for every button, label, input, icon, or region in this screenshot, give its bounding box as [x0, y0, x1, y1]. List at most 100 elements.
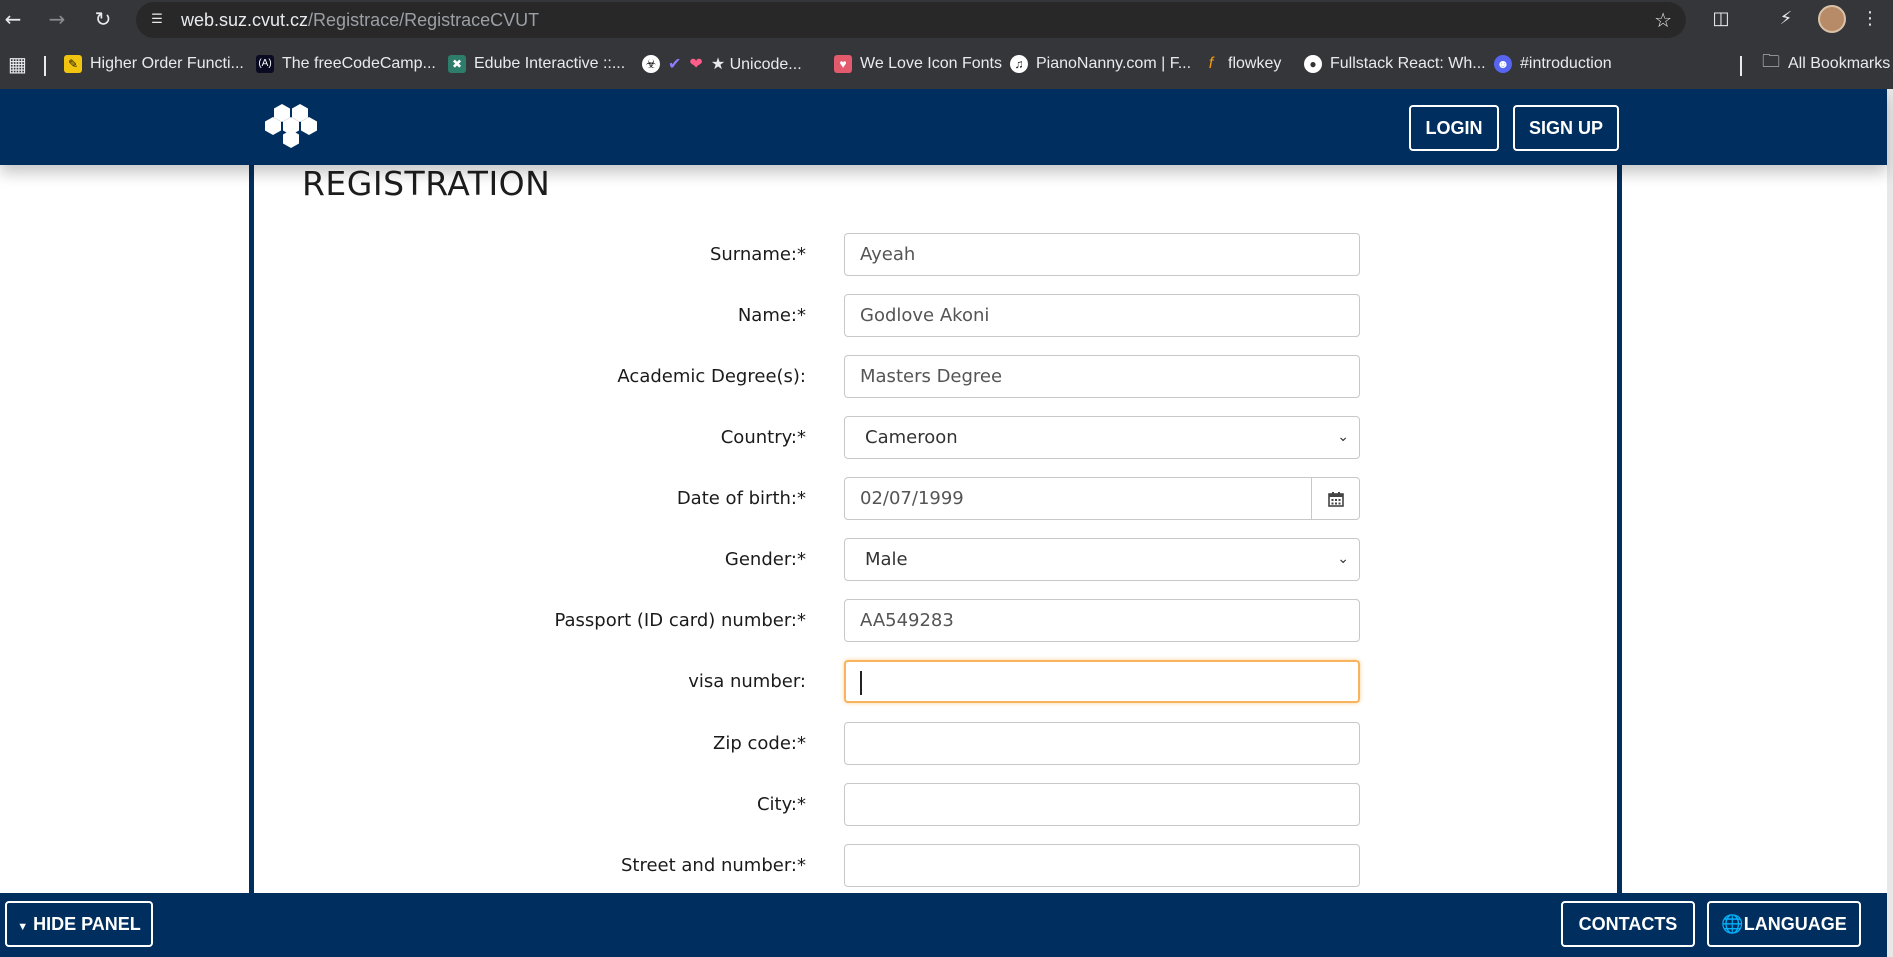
form-row-zip: Zip code:* [250, 722, 1370, 766]
dob-label: Date of birth:* [676, 488, 806, 509]
check-icon: ✔ [668, 56, 682, 73]
bookmark-label: flowkey [1228, 55, 1282, 72]
edube-icon: ✖ [448, 55, 466, 73]
language-button[interactable]: 🌐LANGUAGE [1707, 901, 1861, 947]
dob-field[interactable]: 02/07/1999 [844, 477, 1360, 520]
degree-field[interactable]: Masters Degree [844, 355, 1360, 398]
bookmark-item[interactable]: f flowkey [1202, 54, 1282, 74]
signup-button[interactable]: SIGN UP [1513, 105, 1619, 151]
bookmark-label: The freeCodeCamp... [282, 55, 436, 72]
city-label: City:* [756, 794, 806, 815]
folder-icon: 🗀 [1762, 51, 1780, 71]
visa-label: visa number: [688, 671, 806, 692]
caret-down-icon: ▼ [17, 921, 29, 933]
page-title: REGISTRATION [302, 164, 551, 203]
chevron-down-icon: ⌄ [1337, 429, 1349, 445]
forward-button[interactable]: → [44, 6, 70, 32]
hexagon-logo-icon[interactable] [262, 103, 326, 149]
form-row-name: Name:* Godlove Akoni [250, 294, 1370, 338]
bookmark-item[interactable]: ♫ PianoNanny.com | F... [1010, 54, 1191, 74]
bookmark-star-icon[interactable]: ☆ [1654, 8, 1672, 32]
bookmark-label: ★ Unicode... [710, 56, 802, 73]
profile-avatar[interactable] [1818, 5, 1846, 33]
bookmark-item[interactable]: ☣ ✔ ❤ ★ Unicode... [642, 54, 802, 74]
unicode-icon: ☣ [642, 55, 660, 73]
extensions-icon[interactable]: ◫ [1709, 7, 1733, 31]
hide-panel-button[interactable]: ▼ HIDE PANEL [5, 901, 153, 947]
form-row-surname: Surname:* Ayeah [250, 233, 1370, 277]
web-page: LOGIN SIGN UP REGISTRATION Surname:* Aye… [0, 89, 1893, 957]
globe-icon: ● [1304, 55, 1322, 73]
gender-select[interactable]: Male ⌄ [844, 538, 1360, 581]
login-button[interactable]: LOGIN [1409, 105, 1499, 151]
language-label: LANGUAGE [1743, 914, 1847, 934]
form-row-country: Country:* Cameroon ⌄ [250, 416, 1370, 460]
passport-field[interactable]: AA549283 [844, 599, 1360, 642]
country-select[interactable]: Cameroon ⌄ [844, 416, 1360, 459]
surname-field[interactable]: Ayeah [844, 233, 1360, 276]
calendar-icon [1327, 491, 1344, 507]
surname-label: Surname:* [709, 244, 806, 265]
city-field[interactable] [844, 783, 1360, 826]
name-label: Name:* [737, 305, 806, 326]
form-row-gender: Gender:* Male ⌄ [250, 538, 1370, 582]
bookmark-item[interactable]: ☻ #introduction [1494, 54, 1612, 74]
form-row-passport: Passport (ID card) number:* AA549283 [250, 599, 1370, 643]
hide-panel-label: HIDE PANEL [33, 914, 141, 934]
all-bookmarks-folder[interactable]: 🗀 All Bookmarks [1762, 51, 1891, 74]
degree-label: Academic Degree(s): [617, 366, 806, 387]
bookmark-item[interactable]: (A) The freeCodeCamp... [256, 54, 436, 74]
bookmarks-divider [44, 56, 46, 76]
form-row-degree: Academic Degree(s): Masters Degree [250, 355, 1370, 399]
bookmark-label: PianoNanny.com | F... [1036, 55, 1192, 72]
page-scrollbar[interactable] [1887, 89, 1893, 957]
gender-label: Gender:* [724, 549, 806, 570]
bookmark-label: #introduction [1520, 55, 1612, 72]
zip-field[interactable] [844, 722, 1360, 765]
dob-value: 02/07/1999 [860, 488, 964, 509]
bookmark-label: Edube Interactive ::... [474, 55, 626, 72]
bookmark-item[interactable]: ● Fullstack React: Wh... [1304, 54, 1486, 74]
site-info-icon[interactable]: ☰ [148, 11, 166, 29]
pencil-icon: ✎ [64, 55, 82, 73]
country-label: Country:* [720, 427, 806, 448]
zip-label: Zip code:* [713, 733, 806, 754]
heart-icon: ❤ [689, 56, 703, 73]
form-row-street: Street and number:* [250, 844, 1370, 888]
heart-icon: ♥ [834, 55, 852, 73]
discord-icon: ☻ [1494, 55, 1512, 73]
gender-value: Male [865, 549, 908, 570]
street-label: Street and number:* [620, 855, 806, 876]
all-bookmarks-label: All Bookmarks [1788, 55, 1891, 72]
reload-button[interactable]: ↻ [90, 6, 116, 32]
calendar-button[interactable] [1311, 478, 1359, 519]
browser-toolbar: ← → ↻ ☰ web.suz.cvut.cz/Registrace/Regis… [0, 0, 1893, 38]
form-row-dob: Date of birth:* 02/07/1999 [250, 477, 1370, 521]
url-path: /Registrace/RegistraceCVUT [308, 10, 540, 30]
apps-grid-icon[interactable]: ▦ [8, 54, 27, 76]
form-row-visa: visa number: [250, 660, 1370, 704]
bookmark-item[interactable]: ♥ We Love Icon Fonts [834, 54, 1002, 74]
text-cursor [860, 671, 862, 695]
bookmark-item[interactable]: ✎ Higher Order Functi... [64, 54, 244, 74]
name-field[interactable]: Godlove Akoni [844, 294, 1360, 337]
bookmarks-bar: ▦ ✎ Higher Order Functi... (A) The freeCod… [0, 46, 1893, 82]
address-bar[interactable]: ☰ web.suz.cvut.cz/Registrace/RegistraceC… [136, 2, 1686, 38]
visa-field[interactable] [844, 660, 1360, 703]
piano-icon: ♫ [1010, 55, 1028, 73]
back-button[interactable]: ← [0, 6, 26, 32]
form-row-city: City:* [250, 783, 1370, 827]
url-host: web.suz.cvut.cz [181, 10, 309, 30]
passport-label: Passport (ID card) number:* [554, 610, 806, 631]
menu-kebab-icon[interactable]: ⋮ [1858, 7, 1882, 31]
contacts-button[interactable]: CONTACTS [1561, 901, 1695, 947]
street-field[interactable] [844, 844, 1360, 887]
site-footer: ▼ HIDE PANEL CONTACTS 🌐LANGUAGE [0, 893, 1887, 957]
country-value: Cameroon [865, 427, 958, 448]
sync-icon[interactable]: ⚡ [1774, 7, 1798, 31]
url-text[interactable]: web.suz.cvut.cz/Registrace/RegistraceCVU… [181, 10, 539, 31]
bookmark-item[interactable]: ✖ Edube Interactive ::... [448, 54, 625, 74]
flowkey-icon: f [1208, 55, 1214, 72]
site-header: LOGIN SIGN UP [0, 89, 1887, 165]
globe-icon: 🌐 [1721, 914, 1744, 934]
